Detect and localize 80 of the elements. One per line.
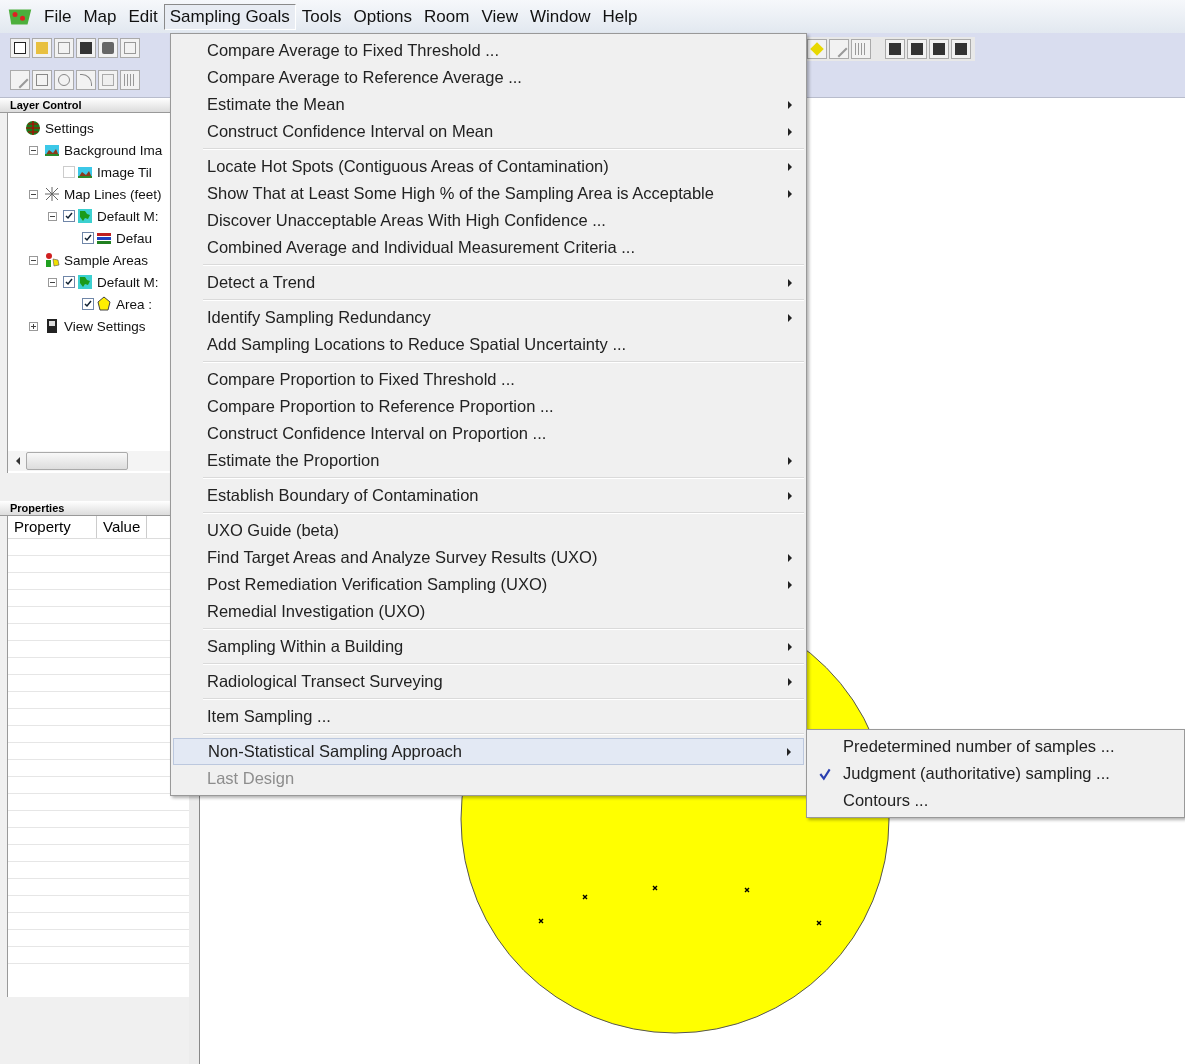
sample-point-icon xyxy=(582,894,588,900)
view-settings-icon xyxy=(44,318,60,334)
expander-toggle[interactable] xyxy=(48,277,57,287)
lines-icon xyxy=(44,186,60,202)
menu-item[interactable]: Radiological Transect Surveying xyxy=(173,668,804,695)
arc-icon[interactable] xyxy=(76,70,96,90)
menu-item[interactable]: Construct Confidence Interval on Mean xyxy=(173,118,804,145)
layer-checkbox[interactable] xyxy=(82,232,94,244)
menu-bar-item[interactable]: Window xyxy=(524,3,597,30)
tree-item[interactable]: Default M: xyxy=(95,274,159,290)
menu-bar-item[interactable]: Sampling Goals xyxy=(163,3,296,30)
expander-toggle[interactable] xyxy=(29,321,38,331)
tree-item[interactable]: Defau xyxy=(114,230,153,246)
menu-item[interactable]: Estimate the Mean xyxy=(173,91,804,118)
menu-item[interactable]: Compare Proportion to Reference Proportion ... xyxy=(173,393,804,420)
menu-item[interactable]: Show That at Least Some High % of the Sampling Area is Acceptable xyxy=(173,180,804,207)
menu-item[interactable]: Detect a Trend xyxy=(173,269,804,296)
menu-item[interactable]: Establish Boundary of Contamination xyxy=(173,482,804,509)
menu-item[interactable]: Discover Unacceptable Areas With High Confidence ... xyxy=(173,207,804,234)
column-header[interactable]: Property xyxy=(8,516,97,538)
tree-item[interactable]: Default M: xyxy=(95,208,159,224)
menu-item[interactable]: Compare Average to Reference Average ... xyxy=(173,64,804,91)
rectangle-icon[interactable] xyxy=(32,70,52,90)
tree-item[interactable]: Area : xyxy=(114,296,153,312)
sample-point-icon xyxy=(816,920,822,926)
menu-bar-item[interactable]: Options xyxy=(347,3,419,30)
layer-checkbox[interactable] xyxy=(82,298,94,310)
tree-item[interactable]: View Settings xyxy=(62,318,146,334)
menu-item[interactable]: Locate Hot Spots (Contiguous Areas of Contamination) xyxy=(173,153,804,180)
map-icon xyxy=(77,274,93,290)
expander-toggle[interactable] xyxy=(29,255,38,265)
menu-item[interactable]: Compare Proportion to Fixed Threshold ... xyxy=(173,366,804,393)
menu-item[interactable]: Combined Average and Individual Measurement Criteria ... xyxy=(173,234,804,261)
menu-item[interactable]: Remedial Investigation (UXO) xyxy=(173,598,804,625)
tree-item[interactable]: Sample Areas xyxy=(62,252,149,268)
menu-bar-item[interactable]: Help xyxy=(596,3,644,30)
menu-item[interactable]: Sampling Within a Building xyxy=(173,633,804,660)
layer-checkbox[interactable] xyxy=(63,210,75,222)
tree-item[interactable]: Settings xyxy=(43,120,94,136)
menu-item[interactable]: UXO Guide (beta) xyxy=(173,517,804,544)
menu-bar-item[interactable]: Edit xyxy=(122,3,164,30)
sample-point-icon xyxy=(652,885,658,891)
menu-bar-item[interactable]: Room xyxy=(418,3,476,30)
panel-title: Properties xyxy=(10,502,65,514)
menu-item[interactable]: Identify Sampling Redundancy xyxy=(173,304,804,331)
expander-toggle[interactable] xyxy=(29,189,38,199)
menu-bar-item[interactable]: Map xyxy=(77,3,123,30)
menu-bar-item[interactable]: View xyxy=(475,3,524,30)
menu-item[interactable]: Compare Average to Fixed Threshold ... xyxy=(173,37,804,64)
layer-checkbox[interactable] xyxy=(63,276,75,288)
menu-item[interactable]: Estimate the Proportion xyxy=(173,447,804,474)
diamond-icon[interactable] xyxy=(807,39,827,59)
menu-item[interactable]: Post Remediation Verification Sampling (UXO) xyxy=(173,571,804,598)
sample-point-icon xyxy=(744,887,750,893)
expander-toggle[interactable] xyxy=(48,211,57,221)
menu-item[interactable]: Predetermined number of samples ... xyxy=(807,733,1184,760)
tree-item[interactable]: Background Ima xyxy=(62,142,163,158)
panel-title: Layer Control xyxy=(10,99,82,111)
menu-bar-item[interactable]: File xyxy=(38,3,78,30)
layer-checkbox[interactable] xyxy=(63,166,75,178)
tree-item[interactable]: Image Til xyxy=(95,164,152,180)
menu-item[interactable]: Judgment (authoritative) sampling ... xyxy=(807,760,1184,787)
landscape-icon xyxy=(44,142,60,158)
menu-item[interactable]: Non-Statistical Sampling Approach xyxy=(173,738,804,765)
sample-point-icon xyxy=(538,918,544,924)
expander-toggle[interactable] xyxy=(29,145,38,155)
menu-item[interactable]: Find Target Areas and Analyze Survey Results (UXO) xyxy=(173,544,804,571)
menu-item[interactable]: Item Sampling ... xyxy=(173,703,804,730)
column-header[interactable]: Value xyxy=(97,516,148,538)
globe-icon xyxy=(25,120,41,136)
polygon-icon xyxy=(96,296,112,312)
menu-bar-item[interactable]: Tools xyxy=(295,3,348,30)
layers-icon xyxy=(96,230,112,246)
menu-item[interactable]: Contours ... xyxy=(807,787,1184,814)
tree-item[interactable]: Map Lines (feet) xyxy=(62,186,162,202)
map-icon xyxy=(77,208,93,224)
menu-item[interactable]: Add Sampling Locations to Reduce Spatial Uncertainty ... xyxy=(173,331,804,358)
menu-item[interactable]: Construct Confidence Interval on Proportion ... xyxy=(173,420,804,447)
shapes-icon xyxy=(44,252,60,268)
landscape-icon xyxy=(77,164,93,180)
